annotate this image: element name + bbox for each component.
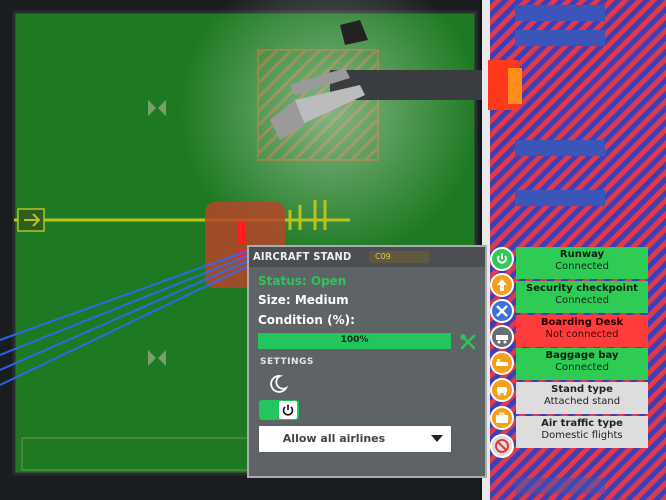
no-entry-icon[interactable]	[490, 434, 514, 458]
condition-progress-bar: 100%	[258, 333, 451, 349]
power-icon	[279, 401, 297, 419]
requirement-name: Baggage bay	[545, 350, 619, 361]
condition-percent-text: 100%	[340, 335, 369, 345]
requirement-status: Attached stand	[543, 396, 621, 407]
requirement-status: Domestic flights	[541, 430, 623, 441]
requirement-baggage-bay[interactable]: Baggage bay Connected	[516, 348, 648, 380]
status-text: Status: Open	[258, 274, 347, 288]
baggage-cart-icon[interactable]	[490, 325, 514, 349]
tools-icon[interactable]	[490, 299, 514, 323]
night-mode-moon-icon[interactable]	[267, 373, 289, 395]
requirement-name: Air traffic type	[541, 418, 623, 429]
requirement-runway[interactable]: Runway Connected	[516, 247, 648, 279]
suitcase-icon[interactable]	[490, 406, 514, 430]
requirement-name: Security checkpoint	[526, 283, 638, 294]
requirement-status: Connected	[555, 362, 609, 373]
panel-header[interactable]: AIRCRAFT STAND C09	[249, 247, 485, 267]
chevron-down-icon	[431, 435, 443, 442]
requirement-boarding-desk[interactable]: Boarding Desk Not connected	[516, 315, 648, 347]
power-icon[interactable]	[490, 247, 514, 271]
panel-title: AIRCRAFT STAND	[253, 250, 352, 263]
night-operation-toggle[interactable]	[259, 400, 299, 420]
condition-label: Condition (%):	[258, 313, 355, 327]
requirement-status: Connected	[555, 295, 609, 306]
airline-filter-dropdown[interactable]: Allow all airlines	[259, 426, 451, 452]
requirement-stand-type[interactable]: Stand type Attached stand	[516, 382, 648, 414]
jet-bridge-icon[interactable]	[490, 351, 514, 375]
car-icon[interactable]	[490, 378, 514, 402]
airline-filter-value: Allow all airlines	[282, 432, 386, 445]
requirement-air-traffic-type[interactable]: Air traffic type Domestic flights	[516, 416, 648, 448]
settings-label: SETTINGS	[260, 357, 314, 367]
requirement-status: Connected	[555, 261, 609, 272]
up-arrow-icon[interactable]	[490, 273, 514, 297]
requirement-status: Not connected	[545, 329, 619, 340]
aircraft-stand-panel: AIRCRAFT STAND C09 Status: Open Size: Me…	[247, 245, 487, 478]
repair-tools-icon[interactable]	[459, 333, 477, 351]
requirement-name: Runway	[559, 249, 605, 260]
requirement-name: Boarding Desk	[540, 317, 624, 328]
stand-code-badge: C09	[369, 251, 429, 263]
requirement-name: Stand type	[551, 384, 613, 395]
size-text: Size: Medium	[258, 293, 349, 307]
requirement-security-checkpoint[interactable]: Security checkpoint Connected	[516, 281, 648, 313]
